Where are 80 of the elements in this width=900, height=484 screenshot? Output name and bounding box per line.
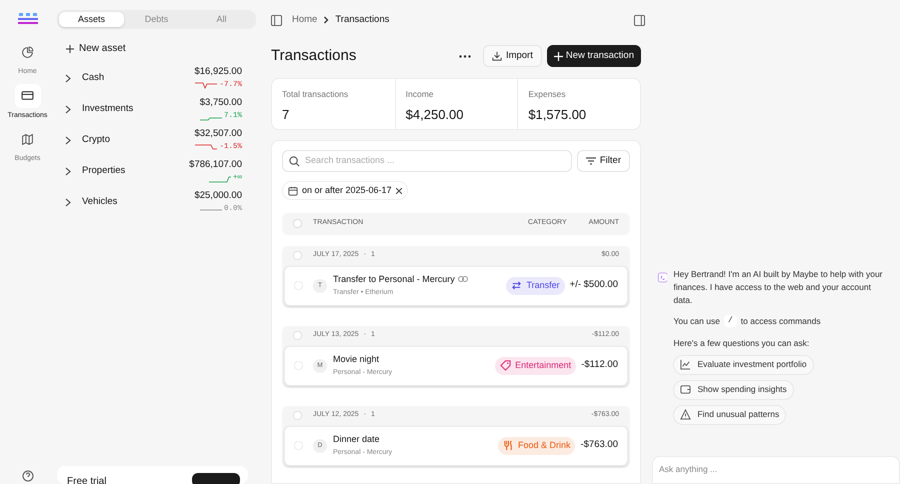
category-badge[interactable]: Entertainment [495,356,576,374]
account-balance: $786,107.00 [189,158,242,172]
chevron-right-icon [65,198,71,206]
filter-button[interactable]: Filter [576,150,630,172]
import-button[interactable]: Import [482,45,542,67]
checkbox[interactable] [293,251,302,260]
trial-title: Free trial [67,475,106,484]
account-name[interactable]: Properties [82,164,190,178]
commands-text: to access commands [740,315,821,328]
chevron-right-icon [65,104,71,114]
plus-icon [554,52,563,60]
wallet-icon [680,384,692,395]
stat-value: $4,250.00 [406,106,464,124]
transfer-icon [511,280,522,291]
map-icon [21,132,34,146]
more-icon[interactable] [458,54,471,58]
transaction-name[interactable]: Dinner date [333,432,380,446]
account-balance: $3,750.00 [200,96,242,110]
account-balance: $32,507.00 [194,127,242,142]
checkbox[interactable] [293,411,302,420]
chevron-right-icon [65,136,71,144]
new-transaction-button[interactable]: New transaction [546,45,641,67]
account-name[interactable]: Crypto [82,132,194,148]
transaction-amount: -$763.00 [580,438,618,452]
commands-text: You can use [673,315,720,328]
suggestion-chip[interactable]: Evaluate investment portfolio [673,354,814,374]
suggestion-chip[interactable]: Show spending insights [673,380,794,400]
plus-icon [65,44,75,54]
stat-value: 7 [282,106,290,124]
search-input[interactable]: Search transactions ... [305,154,565,168]
account-name[interactable]: Vehicles [82,194,194,210]
chat-input[interactable]: Ask anything ... [652,456,900,484]
command-key: / [724,315,737,328]
account-balance: $16,925.00 [194,65,242,80]
stat-label: Expenses [528,88,567,101]
filter-chip[interactable]: on or after 2025-06-17 [282,181,408,200]
stat-label: Total transactions [282,88,350,101]
tag-icon [500,360,512,371]
transaction-amount: +/- $500.00 [570,278,618,292]
transaction-name[interactable]: Movie night [333,352,380,366]
transaction-amount: -$112.00 [581,358,618,372]
checkbox[interactable] [293,219,302,228]
panel-toggle-icon[interactable] [634,14,645,26]
help-icon[interactable] [22,470,34,482]
sparkline [208,174,231,183]
calendar-icon [288,186,298,196]
sparkline [195,80,218,90]
search-field[interactable]: Search transactions ... [282,150,572,172]
chevron-right-icon [65,166,71,176]
close-icon[interactable] [396,188,402,194]
breadcrumb-current: Transactions [335,12,390,27]
breadcrumb-link[interactable]: Home [292,12,318,28]
transaction-name[interactable]: Transfer to Personal - Mercury [333,272,455,286]
pie-chart-icon [21,46,34,58]
logo-icon[interactable] [18,12,38,26]
new-asset-button[interactable]: New asset [65,41,126,56]
filter-icon [586,157,596,165]
search-icon [289,156,300,166]
category-badge[interactable]: Transfer [506,276,565,294]
download-icon [492,51,502,61]
page-title: Transactions [271,46,356,66]
chevron-right-icon [65,74,71,82]
assistant-message: Hey Bertrand! I'm an AI built by Maybe to help with your finances. I have access to the web and your account data. [673,268,884,307]
checkbox[interactable] [293,331,302,340]
account-name[interactable]: Cash [82,70,194,86]
account-name[interactable]: Investments [82,102,200,116]
trial-button[interactable] [192,473,240,484]
sparkline [195,142,218,152]
suggestion-chip[interactable]: Find unusual patterns [673,404,786,424]
line-chart-icon [680,359,692,370]
stat-label: Income [406,88,435,101]
account-balance: $25,000.00 [194,189,242,204]
chevron-right-icon [323,16,330,24]
utensils-icon [502,440,514,451]
credit-card-icon [21,89,34,102]
questions-heading: Here's a few questions you can ask: [673,336,810,350]
sidebar-toggle-icon[interactable] [271,14,282,26]
stat-value: $1,575.00 [528,106,588,124]
warning-icon [680,409,692,420]
account-tab[interactable]: Assets [59,12,124,27]
